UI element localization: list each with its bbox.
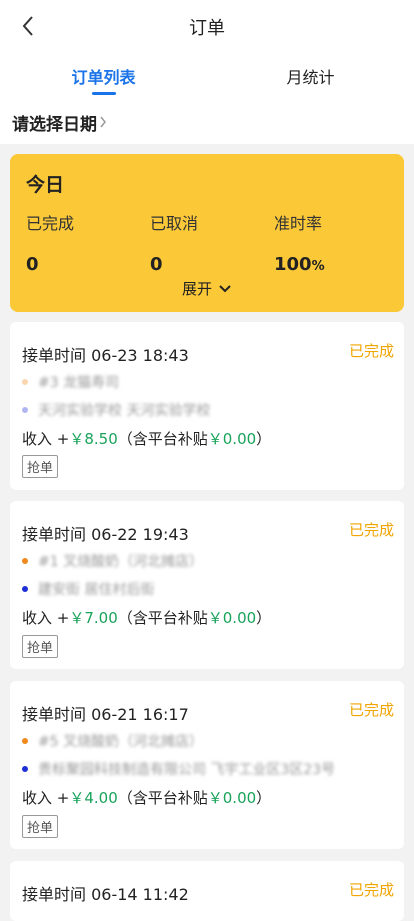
pickup-row: #5 叉烧酸奶（河北摊店） [22, 731, 203, 751]
tab-monthly-stats[interactable]: 月统计 [207, 52, 414, 100]
tab-order-list[interactable]: 订单列表 [0, 52, 207, 100]
on-time-rate-value: 100% [274, 254, 325, 275]
subsidy-amount: ￥0.00 [207, 609, 257, 627]
completed-value: 0 [26, 254, 39, 275]
date-selector-label: 请选择日期 [12, 114, 97, 135]
summary-title: 今日 [26, 174, 65, 196]
pickup-row: #3 龙猫寿司 [22, 372, 119, 392]
income-row: 收入 +￥4.00（含平台补贴￥0.00） [22, 789, 272, 807]
order-card[interactable]: 接单时间 06-21 16:17 已完成 #5 叉烧酸奶（河北摊店） 贵标聚园科… [10, 681, 404, 849]
today-summary-card: 今日 已完成 已取消 准时率 0 0 100% 展开 [10, 154, 404, 312]
tab-bar: 订单列表 月统计 [0, 52, 414, 100]
income-row: 收入 +￥8.50（含平台补贴￥0.00） [22, 430, 272, 448]
order-time: 接单时间 06-21 16:17 [22, 705, 189, 724]
pickup-row: #1 叉烧酸奶（河北摊店） [22, 551, 203, 571]
order-card[interactable]: 接单时间 06-23 18:43 已完成 #3 龙猫寿司 天河实验学校 天河实验… [10, 322, 404, 490]
cancelled-value: 0 [150, 254, 163, 275]
dropoff-address: 建安街 居住村后街 [38, 582, 155, 598]
order-time: 接单时间 06-23 18:43 [22, 346, 189, 365]
dropoff-row: 贵标聚园科技制造有限公司 飞宇工业区3区23号 [22, 759, 335, 779]
income-amount: ￥8.50 [69, 430, 118, 448]
order-status: 已完成 [348, 521, 394, 539]
subsidy-amount: ￥0.00 [207, 430, 257, 448]
order-status: 已完成 [348, 881, 394, 899]
chevron-down-icon [219, 285, 231, 293]
order-card[interactable]: 接单时间 06-14 11:42 已完成 [10, 861, 404, 921]
dropoff-dot-icon [22, 586, 28, 592]
page-title: 订单 [189, 18, 225, 39]
pickup-dot-icon [22, 738, 28, 744]
expand-button[interactable]: 展开 [10, 278, 404, 299]
order-time: 接单时间 06-22 19:43 [22, 525, 189, 544]
subsidy-amount: ￥0.00 [207, 789, 257, 807]
pickup-address: #3 龙猫寿司 [38, 375, 120, 391]
dropoff-dot-icon [22, 766, 28, 772]
date-selector[interactable]: 请选择日期 [0, 100, 414, 144]
dropoff-row: 天河实验学校 天河实验学校 [22, 400, 210, 420]
pickup-address: #1 叉烧酸奶（河北摊店） [38, 554, 204, 570]
dropoff-dot-icon [22, 407, 28, 413]
completed-label: 已完成 [26, 214, 75, 233]
order-status: 已完成 [348, 342, 394, 360]
dropoff-address: 贵标聚园科技制造有限公司 飞宇工业区3区23号 [38, 762, 336, 778]
pickup-dot-icon [22, 558, 28, 564]
expand-label: 展开 [181, 280, 212, 298]
chevron-right-icon [99, 115, 107, 129]
cancelled-label: 已取消 [150, 214, 199, 233]
on-time-rate-label: 准时率 [274, 214, 323, 233]
dropoff-row: 建安街 居住村后街 [22, 579, 154, 599]
order-time: 接单时间 06-14 11:42 [22, 885, 189, 904]
income-amount: ￥4.00 [69, 789, 118, 807]
order-status: 已完成 [348, 701, 394, 719]
dropoff-address: 天河实验学校 天河实验学校 [38, 403, 211, 419]
app-header: 订单 [0, 0, 414, 52]
grab-order-button[interactable]: 抢单 [22, 815, 59, 838]
pickup-dot-icon [22, 379, 28, 385]
grab-order-button[interactable]: 抢单 [22, 455, 59, 478]
income-amount: ￥7.00 [69, 609, 118, 627]
income-row: 收入 +￥7.00（含平台补贴￥0.00） [22, 609, 272, 627]
pickup-address: #5 叉烧酸奶（河北摊店） [38, 734, 204, 750]
grab-order-button[interactable]: 抢单 [22, 635, 59, 658]
order-card[interactable]: 接单时间 06-22 19:43 已完成 #1 叉烧酸奶（河北摊店） 建安街 居… [10, 501, 404, 669]
